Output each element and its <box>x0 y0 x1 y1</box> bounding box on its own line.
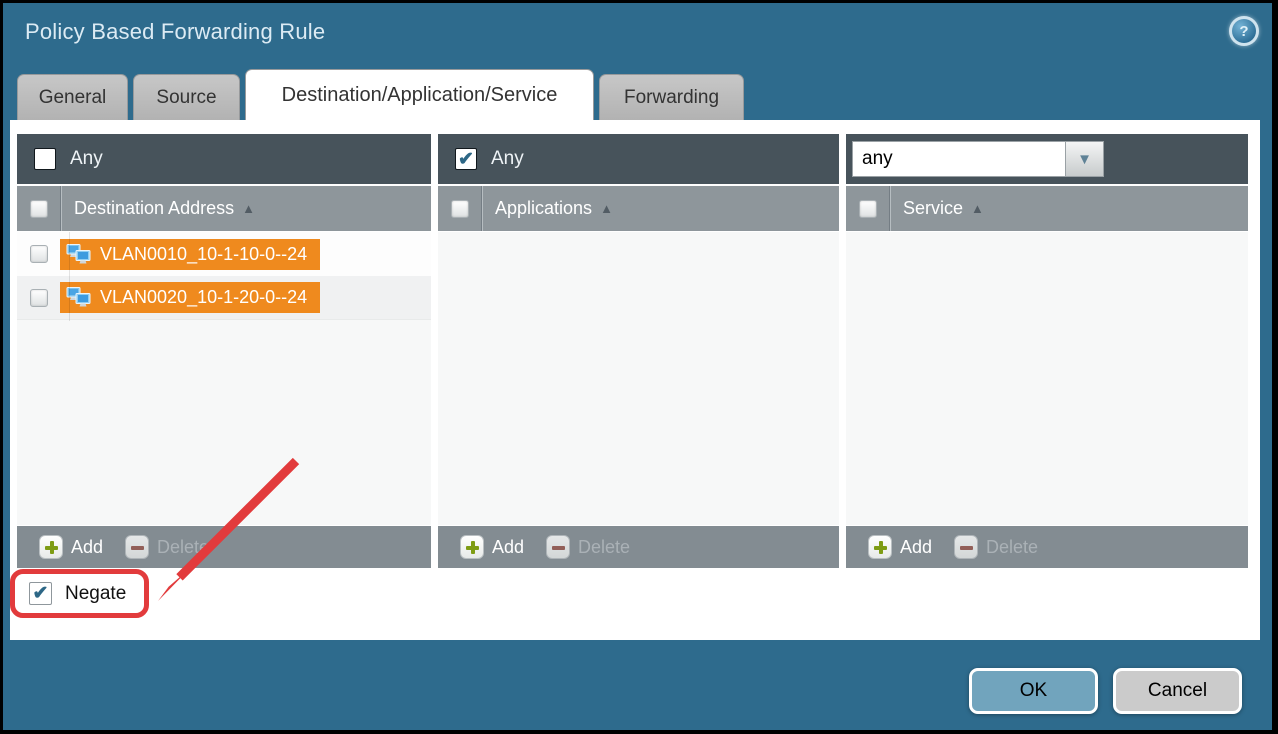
address-object-label: VLAN0010_10-1-10-0--24 <box>100 244 307 265</box>
address-object-chip[interactable]: VLAN0010_10-1-10-0--24 <box>60 239 320 270</box>
service-footer-bar: Add Delete <box>846 525 1248 568</box>
cancel-button[interactable]: Cancel <box>1113 668 1242 714</box>
applications-any-checkbox[interactable]: ✔ <box>455 148 477 170</box>
tab-content-area: Any Destination Address ▲ <box>10 120 1260 640</box>
address-object-chip[interactable]: VLAN0020_10-1-20-0--24 <box>60 282 320 313</box>
destination-any-label: Any <box>70 148 103 170</box>
destination-any-checkbox[interactable] <box>34 148 56 170</box>
applications-select-all-checkbox[interactable] <box>451 200 469 218</box>
applications-footer-bar: Add Delete <box>438 525 839 568</box>
destination-list-body: VLAN0010_10-1-10-0--24 <box>17 231 431 525</box>
destination-footer-bar: Add Delete <box>17 525 431 568</box>
table-row[interactable]: VLAN0010_10-1-10-0--24 <box>17 232 431 276</box>
tab-general[interactable]: General <box>17 74 128 120</box>
tab-forwarding[interactable]: Forwarding <box>599 74 744 120</box>
delete-button-disabled[interactable]: Delete <box>954 535 1038 559</box>
service-panel: any ▼ Service ▲ Add <box>846 134 1248 568</box>
service-dropdown-value[interactable]: any <box>852 141 1066 177</box>
service-column-label: Service <box>903 198 963 219</box>
sort-ascending-icon[interactable]: ▲ <box>242 201 255 216</box>
checkmark-icon: ✔ <box>458 148 474 171</box>
tab-forwarding-label: Forwarding <box>624 87 719 109</box>
service-list-body <box>846 231 1248 525</box>
destination-any-bar: Any <box>17 134 431 184</box>
address-object-label: VLAN0020_10-1-20-0--24 <box>100 287 307 308</box>
add-button-label: Add <box>71 537 103 558</box>
pbf-rule-dialog: Policy Based Forwarding Rule ? General S… <box>3 3 1272 730</box>
service-select-all-checkbox[interactable] <box>859 200 877 218</box>
cancel-button-label: Cancel <box>1148 680 1207 702</box>
column-divider <box>61 186 62 231</box>
help-question-glyph: ? <box>1232 19 1256 43</box>
applications-column-label: Applications <box>495 198 592 219</box>
applications-list-body <box>438 231 839 525</box>
sort-ascending-icon[interactable]: ▲ <box>600 201 613 216</box>
annotation-highlight-box: ✔ Negate <box>10 569 149 618</box>
destination-select-all-checkbox[interactable] <box>30 200 48 218</box>
tab-destination-application-service[interactable]: Destination/Application/Service <box>245 69 594 120</box>
add-plus-icon <box>868 535 892 559</box>
checkmark-icon: ✔ <box>33 582 49 605</box>
dropdown-button[interactable]: ▼ <box>1066 141 1104 177</box>
delete-button-disabled[interactable]: Delete <box>125 535 209 559</box>
delete-button-label: Delete <box>578 537 630 558</box>
dialog-title: Policy Based Forwarding Rule <box>25 19 325 45</box>
add-button[interactable]: Add <box>39 535 103 559</box>
delete-minus-icon <box>125 535 149 559</box>
negate-checkbox[interactable]: ✔ <box>29 582 52 605</box>
applications-any-label: Any <box>491 148 524 170</box>
ok-button-label: OK <box>1020 680 1047 702</box>
service-any-bar: any ▼ <box>846 134 1248 184</box>
delete-button-label: Delete <box>986 537 1038 558</box>
tab-source[interactable]: Source <box>133 74 240 120</box>
sort-ascending-icon[interactable]: ▲ <box>971 201 984 216</box>
column-divider <box>890 186 891 231</box>
add-button[interactable]: Add <box>868 535 932 559</box>
table-row[interactable]: VLAN0020_10-1-20-0--24 <box>17 276 431 320</box>
row-checkbox[interactable] <box>30 289 48 307</box>
add-button-label: Add <box>900 537 932 558</box>
tab-source-label: Source <box>156 87 216 109</box>
destination-column-header[interactable]: Destination Address ▲ <box>17 184 431 231</box>
help-icon[interactable]: ? <box>1229 16 1259 46</box>
tab-general-label: General <box>39 87 107 109</box>
service-column-header[interactable]: Service ▲ <box>846 184 1248 231</box>
applications-panel: ✔ Any Applications ▲ Add <box>438 134 839 568</box>
tab-destination-label: Destination/Application/Service <box>282 84 558 107</box>
chevron-down-icon: ▼ <box>1077 151 1092 168</box>
negate-label: Negate <box>65 583 126 605</box>
destination-column-label: Destination Address <box>74 198 234 219</box>
applications-column-header[interactable]: Applications ▲ <box>438 184 839 231</box>
service-dropdown[interactable]: any ▼ <box>852 141 1104 177</box>
add-button[interactable]: Add <box>460 535 524 559</box>
destination-panel: Any Destination Address ▲ <box>17 134 431 568</box>
column-divider <box>69 232 70 321</box>
delete-minus-icon <box>954 535 978 559</box>
row-checkbox[interactable] <box>30 245 48 263</box>
delete-button-label: Delete <box>157 537 209 558</box>
applications-any-bar: ✔ Any <box>438 134 839 184</box>
add-plus-icon <box>460 535 484 559</box>
add-plus-icon <box>39 535 63 559</box>
screenshot-root: Policy Based Forwarding Rule ? General S… <box>0 0 1278 734</box>
delete-button-disabled[interactable]: Delete <box>546 535 630 559</box>
column-divider <box>482 186 483 231</box>
ok-button[interactable]: OK <box>969 668 1098 714</box>
add-button-label: Add <box>492 537 524 558</box>
delete-minus-icon <box>546 535 570 559</box>
